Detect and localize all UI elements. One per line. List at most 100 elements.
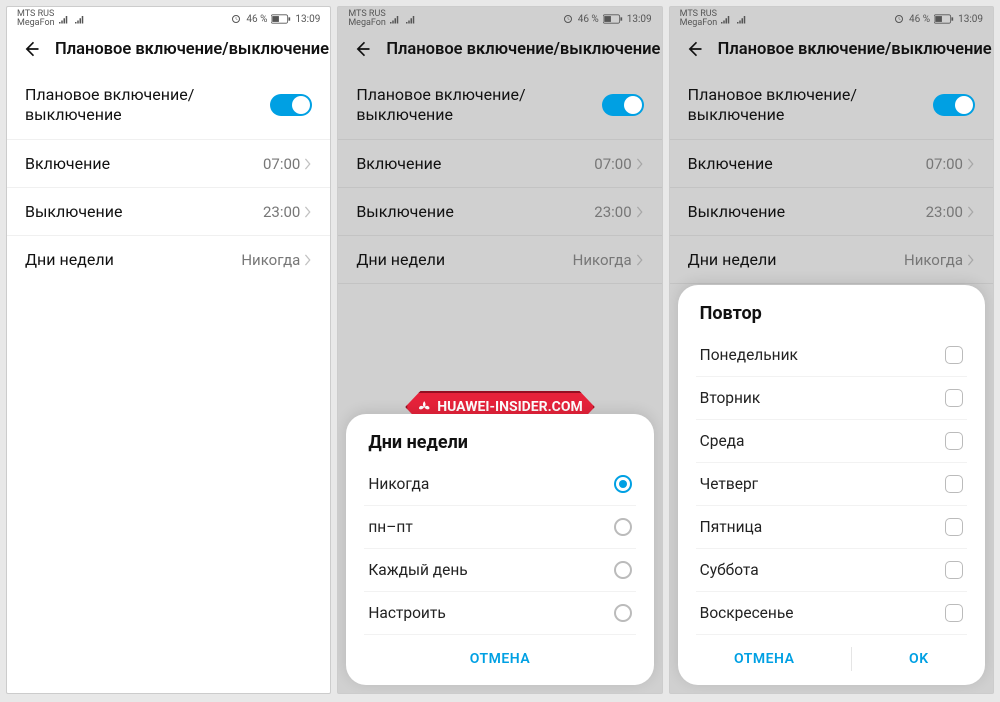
option-sat[interactable]: Суббота xyxy=(696,549,967,592)
turn-on-value: 07:00 xyxy=(594,155,631,173)
option-label: Каждый день xyxy=(368,561,467,579)
toggle-switch[interactable] xyxy=(270,94,312,116)
turn-off-row[interactable]: Выключение 23:00 xyxy=(670,188,993,236)
option-tue[interactable]: Вторник xyxy=(696,377,967,420)
checkbox-icon[interactable] xyxy=(945,604,963,622)
radio-icon[interactable] xyxy=(614,518,632,536)
ok-button[interactable]: OK xyxy=(889,647,949,671)
days-row[interactable]: Дни недели Никогда xyxy=(670,236,993,284)
phone-1: MTS RUS MegaFon 46 % 13:09 Плановое вклю… xyxy=(6,6,331,694)
clock-text: 13:09 xyxy=(295,14,320,25)
back-icon[interactable] xyxy=(352,39,372,59)
radio-icon[interactable] xyxy=(614,561,632,579)
phone-3: MTS RUS MegaFon 46 % 13:09 Плановое вклю… xyxy=(669,6,994,694)
toggle-switch[interactable] xyxy=(933,94,975,116)
toggle-row[interactable]: Плановое включение/ выключение xyxy=(338,71,661,140)
status-bar: MTS RUS MegaFon 46 % 13:09 xyxy=(670,7,993,29)
battery-icon xyxy=(271,14,291,24)
page-title: Плановое включение/выключение xyxy=(386,40,660,59)
turn-off-value: 23:00 xyxy=(926,203,963,221)
actions-divider xyxy=(851,647,852,671)
turn-on-value: 07:00 xyxy=(926,155,963,173)
turn-on-value: 07:00 xyxy=(263,155,300,173)
option-everyday[interactable]: Каждый день xyxy=(364,549,635,592)
signal-icon xyxy=(390,14,402,24)
turn-off-row[interactable]: Выключение 23:00 xyxy=(7,188,330,236)
settings-list: Плановое включение/ выключение Включение… xyxy=(338,71,661,693)
option-label: Четверг xyxy=(700,475,759,493)
back-icon[interactable] xyxy=(21,39,41,59)
huawei-logo-icon xyxy=(417,400,431,414)
option-label: Понедельник xyxy=(700,346,798,364)
page-title: Плановое включение/выключение xyxy=(718,40,992,59)
chevron-right-icon xyxy=(304,206,312,218)
alarm-icon xyxy=(230,13,242,25)
option-mon[interactable]: Понедельник xyxy=(696,334,967,377)
turn-off-row[interactable]: Выключение 23:00 xyxy=(338,188,661,236)
checkbox-icon[interactable] xyxy=(945,561,963,579)
checkbox-icon[interactable] xyxy=(945,432,963,450)
toggle-row[interactable]: Плановое включение/ выключение xyxy=(7,71,330,140)
turn-on-label: Включение xyxy=(688,154,773,173)
watermark-text: HUAWEI-INSIDER.COM xyxy=(437,399,583,415)
carrier-2: MegaFon xyxy=(348,19,386,28)
radio-icon[interactable] xyxy=(614,604,632,622)
turn-off-label: Выключение xyxy=(356,202,453,221)
days-row[interactable]: Дни недели Никогда xyxy=(7,236,330,283)
toggle-row[interactable]: Плановое включение/ выключение xyxy=(670,71,993,140)
turn-on-row[interactable]: Включение 07:00 xyxy=(7,140,330,188)
toggle-switch[interactable] xyxy=(602,94,644,116)
turn-on-label: Включение xyxy=(25,154,110,173)
toggle-label: Плановое включение/ выключение xyxy=(688,85,857,125)
page-title: Плановое включение/выключение xyxy=(55,40,329,59)
radio-selected-icon[interactable] xyxy=(614,475,632,493)
settings-list: Плановое включение/ выключение Включение… xyxy=(670,71,993,693)
toggle-label: Плановое включение/ выключение xyxy=(356,85,525,125)
option-label: пн–пт xyxy=(368,518,412,536)
cancel-button[interactable]: ОТМЕНА xyxy=(450,647,550,671)
option-sun[interactable]: Воскресенье xyxy=(696,592,967,634)
option-weekdays[interactable]: пн–пт xyxy=(364,506,635,549)
turn-on-row[interactable]: Включение 07:00 xyxy=(670,140,993,188)
chevron-right-icon xyxy=(304,254,312,266)
days-label: Дни недели xyxy=(688,250,777,269)
checkbox-icon[interactable] xyxy=(945,518,963,536)
days-row[interactable]: Дни недели Никогда xyxy=(338,236,661,284)
days-label: Дни недели xyxy=(25,250,114,269)
header: Плановое включение/выключение xyxy=(670,29,993,71)
status-bar: MTS RUS MegaFon 46 % 13:09 xyxy=(338,7,661,29)
option-wed[interactable]: Среда xyxy=(696,420,967,463)
cancel-button[interactable]: ОТМЕНА xyxy=(714,647,814,671)
battery-icon xyxy=(934,14,954,24)
battery-icon xyxy=(603,14,623,24)
alarm-icon xyxy=(562,13,574,25)
checkbox-icon[interactable] xyxy=(945,475,963,493)
signal-icon-2 xyxy=(75,14,87,24)
toggle-label: Плановое включение/ выключение xyxy=(25,85,194,125)
carrier-2: MegaFon xyxy=(680,19,718,28)
option-thu[interactable]: Четверг xyxy=(696,463,967,506)
option-label: Суббота xyxy=(700,561,759,579)
days-sheet: Дни недели Никогда пн–пт Каждый день Нас… xyxy=(346,414,653,685)
option-label: Настроить xyxy=(368,604,445,622)
checkbox-icon[interactable] xyxy=(945,389,963,407)
signal-icon xyxy=(59,14,71,24)
checkbox-icon[interactable] xyxy=(945,346,963,364)
settings-list: Плановое включение/ выключение Включение… xyxy=(7,71,330,693)
chevron-right-icon xyxy=(304,158,312,170)
chevron-right-icon xyxy=(967,206,975,218)
option-never[interactable]: Никогда xyxy=(364,463,635,506)
turn-off-label: Выключение xyxy=(688,202,785,221)
days-label: Дни недели xyxy=(356,250,445,269)
battery-text: 46 % xyxy=(246,14,267,25)
turn-on-row[interactable]: Включение 07:00 xyxy=(338,140,661,188)
days-value: Никогда xyxy=(573,251,632,269)
chevron-right-icon xyxy=(636,158,644,170)
repeat-sheet: Повтор Понедельник Вторник Среда Четверг… xyxy=(678,285,985,685)
option-fri[interactable]: Пятница xyxy=(696,506,967,549)
chevron-right-icon xyxy=(636,206,644,218)
option-custom[interactable]: Настроить xyxy=(364,592,635,634)
back-icon[interactable] xyxy=(684,39,704,59)
days-value: Никогда xyxy=(904,251,963,269)
phone-2: MTS RUS MegaFon 46 % 13:09 Плановое вклю… xyxy=(337,6,662,694)
